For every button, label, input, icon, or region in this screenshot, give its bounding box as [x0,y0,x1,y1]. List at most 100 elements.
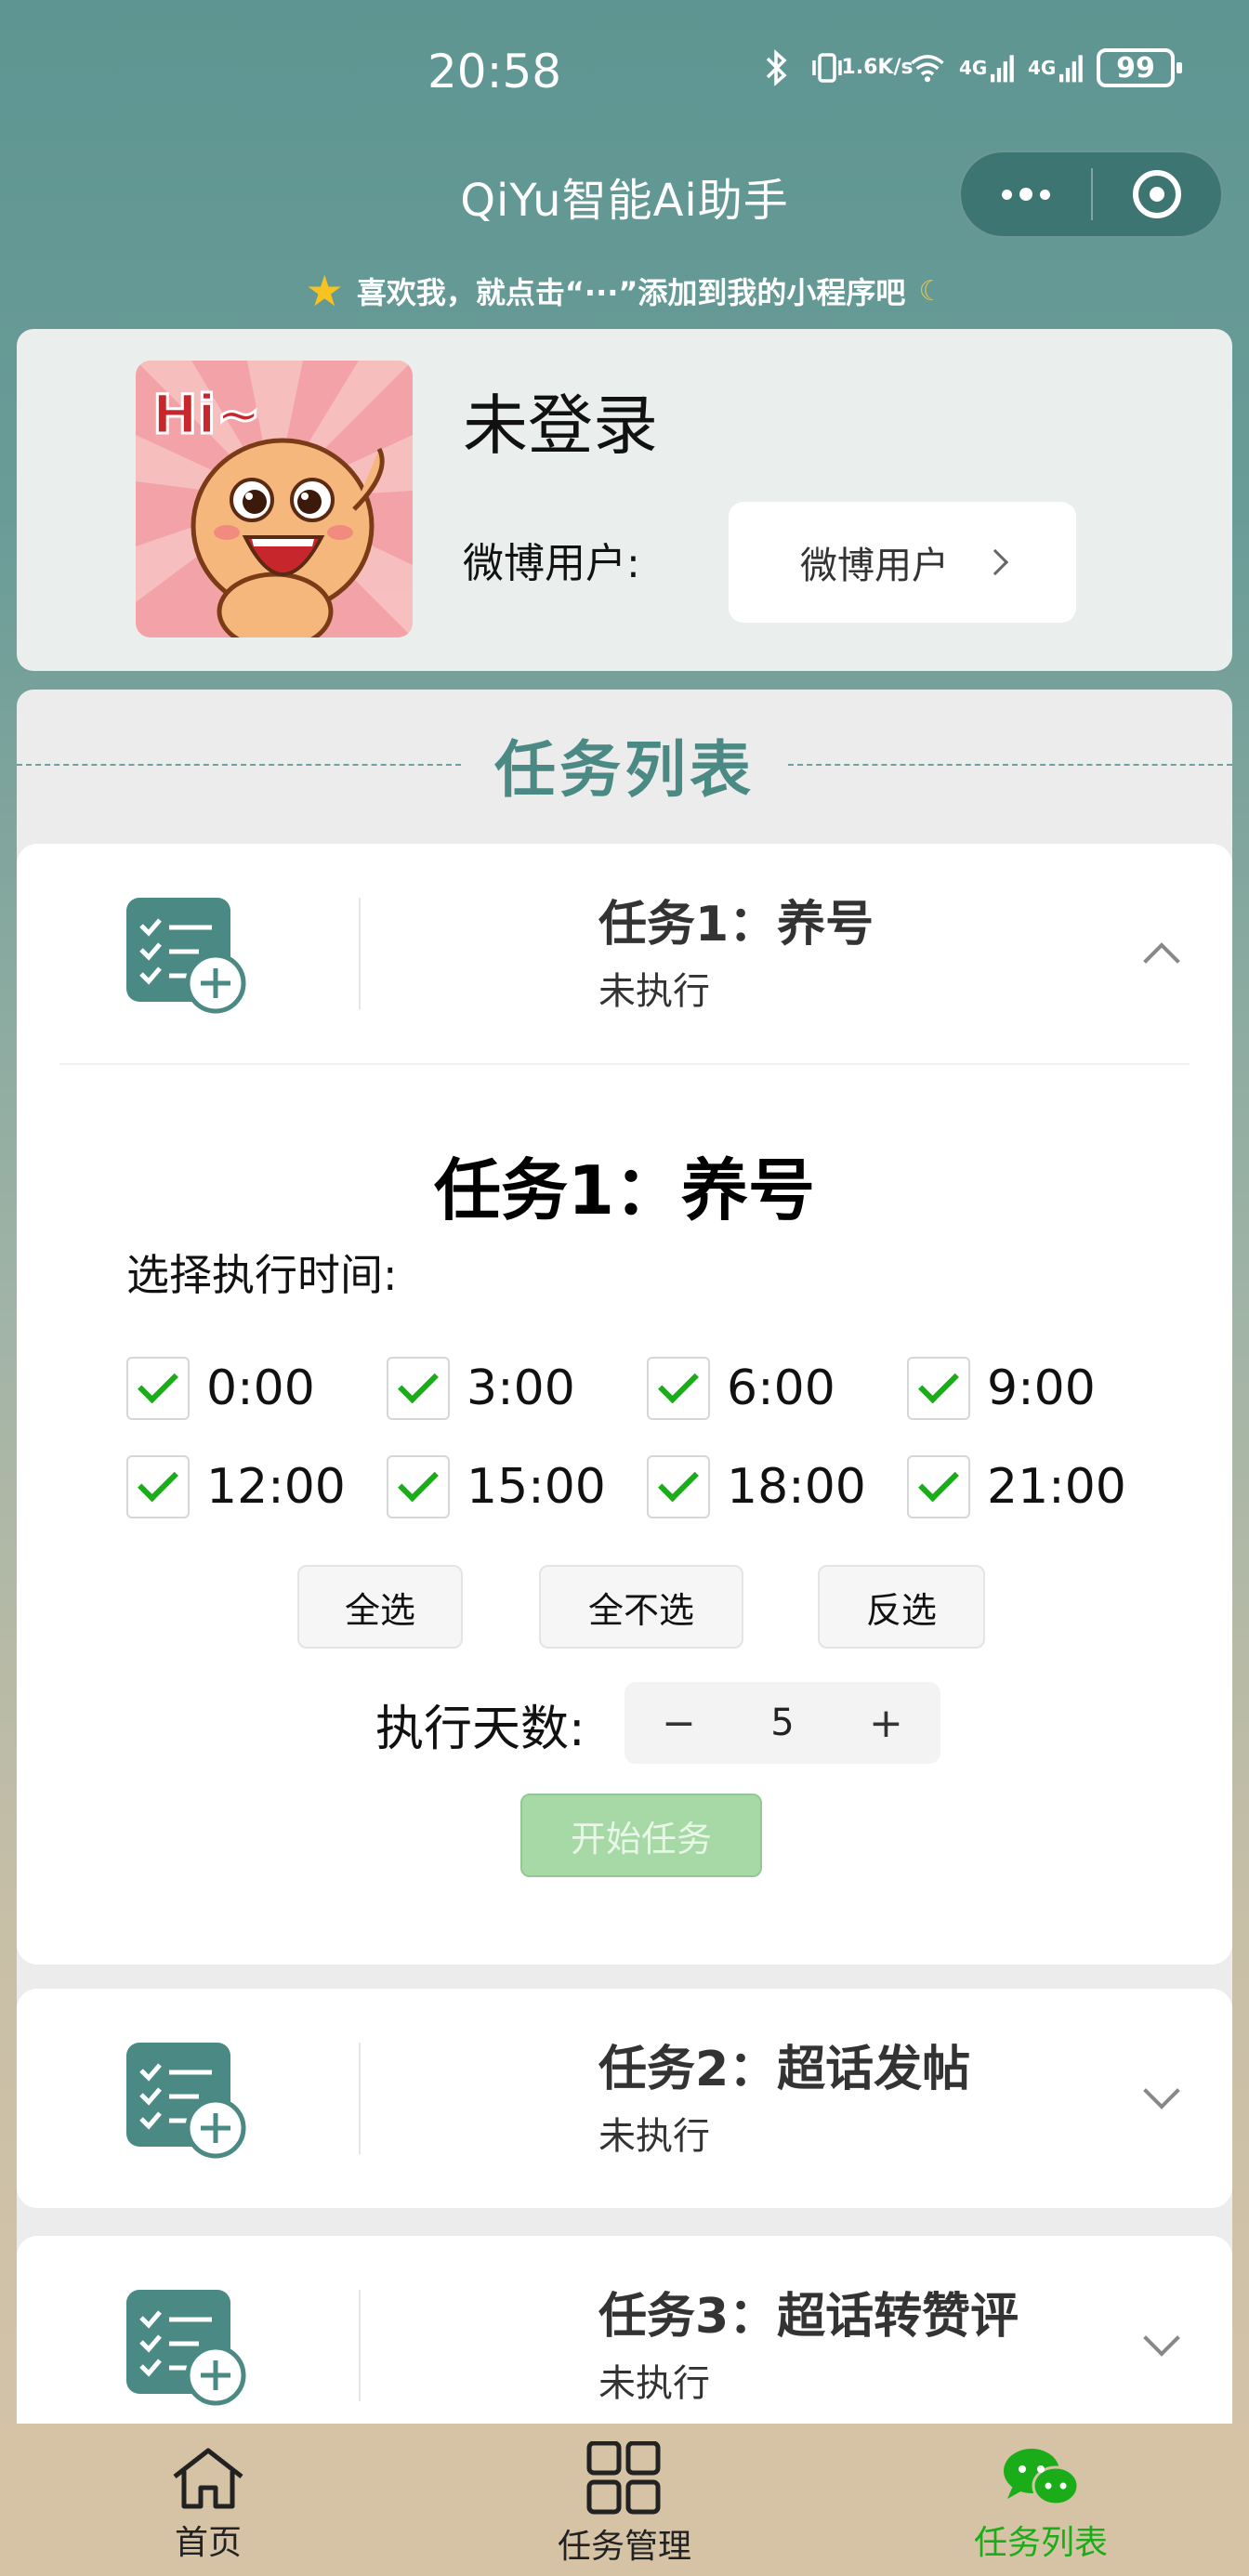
select-all-button[interactable]: 全选 [297,1565,463,1649]
decrement-button[interactable]: − [662,1700,696,1747]
login-status: 未登录 [463,388,658,464]
time-option[interactable]: 12:00 [126,1455,387,1518]
task-divider [359,2043,361,2154]
increment-button[interactable]: + [869,1700,903,1747]
task-header-2[interactable]: 任务2：超话发帖 未执行 [17,1989,1232,2208]
checkmark-icon [918,1461,959,1503]
chat-icon [1004,2449,1080,2506]
time-option[interactable]: 18:00 [647,1455,907,1518]
checkmark-icon [658,1461,699,1503]
start-task-button[interactable]: 开始任务 [520,1794,762,1877]
checkbox[interactable] [126,1357,190,1420]
time-option[interactable]: 21:00 [907,1455,1167,1518]
dot-icon [1040,189,1050,200]
chevron-up-icon[interactable] [1143,942,1180,979]
task-name: 任务3：超话转赞评 [598,2289,1019,2345]
chevron-right-icon [981,548,1009,576]
profile-card: Hi~ 未登录 微博用户: 微博用户 [17,329,1232,671]
checkbox[interactable] [907,1357,970,1420]
checkbox[interactable] [647,1455,710,1518]
task-checklist-icon [126,898,256,1019]
dashed-divider [17,764,461,766]
moon-icon: ☾ [918,274,944,308]
time-label: 6:00 [727,1360,835,1416]
checkmark-icon [398,1461,439,1503]
signal-icon-1: 4G [959,49,1015,86]
checkbox[interactable] [907,1455,970,1518]
weibo-user-label: 微博用户: [463,540,640,587]
checkbox[interactable] [126,1455,190,1518]
section-title: 任务列表 [494,734,755,806]
add-tip-banner: ★ 喜欢我，就点击“···”添加到我的小程序吧 ☾ [0,269,1249,312]
vibrate-icon [809,49,846,86]
home-icon [173,2448,243,2509]
task-status: 未执行 [598,2362,710,2405]
tab-task-list[interactable]: 任务列表 [833,2424,1249,2576]
time-option[interactable]: 6:00 [647,1357,907,1420]
star-icon: ★ [305,266,344,316]
time-label: 0:00 [206,1360,315,1416]
task-card-2[interactable]: 任务2：超话发帖 未执行 [17,1989,1232,2208]
checkmark-icon [138,1461,178,1503]
task-list-section: 任务列表 任务1：养号 未执行 任务1：养号 选择执行时间: 0:00 3:00… [17,690,1232,2427]
weibo-user-button[interactable]: 微博用户 [729,502,1076,623]
status-bar: 20:58 1.6 K/s 4G 4G 99 [0,0,1249,139]
battery-indicator: 99 [1097,48,1182,87]
time-option[interactable]: 15:00 [387,1455,647,1518]
days-label: 执行天数: [375,1702,585,1757]
dot-icon [1002,189,1012,200]
chevron-down-icon[interactable] [1143,2072,1180,2109]
select-none-button[interactable]: 全不选 [539,1565,743,1649]
tab-label: 任务管理 [557,2528,691,2566]
bottom-tab-bar: 首页 任务管理 任务列表 [0,2424,1249,2576]
checkbox[interactable] [387,1455,450,1518]
tab-task-management[interactable]: 任务管理 [416,2424,833,2576]
mini-program-capsule [959,151,1223,238]
time-label: 15:00 [467,1459,606,1515]
tab-label: 首页 [174,2524,242,2562]
time-label: 21:00 [987,1459,1126,1515]
task-header-3[interactable]: 任务3：超话转赞评 未执行 [17,2236,1232,2427]
time-option[interactable]: 3:00 [387,1357,647,1420]
select-time-label: 选择执行时间: [126,1250,398,1300]
time-label: 9:00 [987,1360,1096,1416]
task-card-3[interactable]: 任务3：超话转赞评 未执行 [17,2236,1232,2427]
chevron-down-icon[interactable] [1143,2320,1180,2357]
task-checklist-icon [126,2290,256,2411]
tab-home[interactable]: 首页 [0,2424,416,2576]
avatar[interactable]: Hi~ [136,361,413,637]
checkmark-icon [398,1362,439,1404]
checkbox[interactable] [387,1357,450,1420]
days-value[interactable]: 5 [770,1702,794,1744]
invert-selection-button[interactable]: 反选 [818,1565,985,1649]
task-divider [359,898,361,1009]
time-label: 18:00 [727,1459,866,1515]
tab-label: 任务列表 [973,2524,1108,2562]
signal2-label: 4G [1028,57,1057,79]
close-mini-program-button[interactable] [1093,170,1221,218]
checkbox[interactable] [647,1357,710,1420]
task-header-1[interactable]: 任务1：养号 未执行 [17,844,1232,1063]
net-speed-value: 1.6 [841,56,878,79]
days-stepper: − 5 + [624,1682,940,1764]
weibo-user-button-label: 微博用户 [800,545,949,587]
checkmark-icon [658,1362,699,1404]
time-label: 12:00 [206,1459,346,1515]
status-time: 20:58 [427,45,562,99]
dashed-divider [788,764,1232,766]
time-option[interactable]: 9:00 [907,1357,1167,1420]
more-menu-button[interactable] [961,152,1091,236]
task-name: 任务2：超话发帖 [598,2042,971,2097]
detail-title: 任务1：养号 [433,1151,816,1229]
task-name: 任务1：养号 [598,897,874,953]
bluetooth-icon [758,49,795,86]
time-option[interactable]: 0:00 [126,1357,387,1420]
dot-icon [1019,188,1032,201]
section-header: 任务列表 [17,723,1232,807]
add-tip-text: 喜欢我，就点击“···”添加到我的小程序吧 [356,275,906,310]
target-icon [1133,170,1181,218]
wifi-icon [909,49,946,86]
signal-icon-2: 4G [1028,49,1084,86]
task-detail-panel: 任务1：养号 选择执行时间: 0:00 3:00 6:00 9:00 12:00… [59,1063,1190,1946]
task-status: 未执行 [598,2115,710,2158]
